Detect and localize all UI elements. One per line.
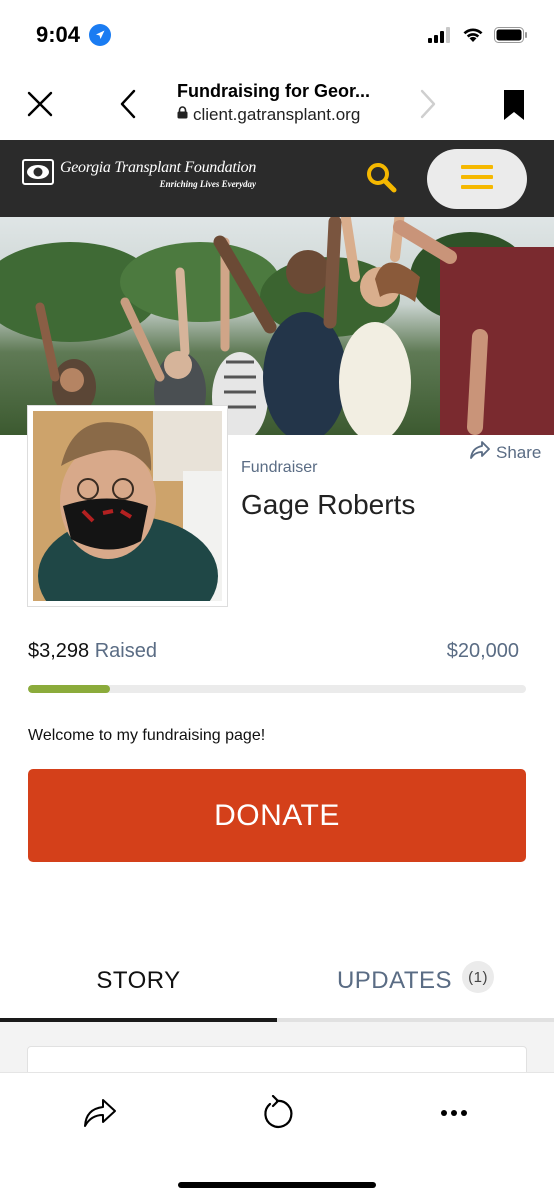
status-time: 9:04 — [36, 22, 81, 47]
share-label: Share — [496, 442, 542, 462]
search-icon[interactable] — [364, 160, 398, 199]
site-logo[interactable]: Georgia Transplant Foundation Enriching … — [22, 159, 256, 189]
welcome-text: Welcome to my fundraising page! — [28, 727, 266, 744]
raised-amount: $3,298 — [28, 640, 90, 662]
tab-story[interactable]: STORY — [0, 940, 277, 1022]
tab-updates[interactable]: UPDATES (1) — [277, 940, 554, 1022]
bookmark-icon[interactable] — [498, 86, 530, 124]
home-indicator — [178, 1182, 376, 1188]
lock-icon — [177, 106, 188, 124]
fundraiser-name: Gage Roberts — [241, 489, 416, 520]
share-button[interactable]: Share — [470, 441, 541, 464]
address-bar[interactable]: Fundraising for Geor... client.gatranspl… — [177, 81, 407, 125]
fundraiser-avatar — [27, 405, 228, 636]
tab-updates-label: UPDATES — [336, 967, 453, 994]
logo-name: Georgia Transplant Foundation — [60, 159, 257, 176]
url-text: client.gatransplant.org — [193, 105, 361, 124]
raised-summary: $3,298 Raised — [28, 640, 157, 663]
page: { "status_bar": { "time": "9:04" }, "bro… — [0, 0, 554, 1200]
goal-amount: $20,000 — [446, 640, 519, 662]
tab-story-label: STORY — [96, 967, 181, 994]
back-icon[interactable] — [112, 86, 144, 122]
share-page-icon[interactable] — [80, 1093, 120, 1133]
hamburger-menu-icon — [461, 164, 493, 195]
donate-button[interactable]: DONATE — [28, 769, 526, 862]
menu-button[interactable] — [427, 149, 527, 209]
tab-bar: STORY UPDATES (1) — [0, 940, 554, 1024]
location-arrow-icon — [89, 24, 111, 46]
close-icon[interactable] — [24, 88, 56, 120]
fundraiser-role: Fundraiser — [241, 459, 318, 476]
progress-bar — [28, 685, 526, 693]
signal-icon — [428, 26, 452, 48]
hero-banner-image — [0, 217, 554, 435]
battery-icon — [494, 26, 528, 48]
updates-count-badge: (1) — [462, 961, 495, 993]
share-icon — [470, 441, 490, 464]
logo-tagline: Enriching Lives Everyday — [159, 179, 257, 189]
browser-page-title: Fundraising for Geor... — [177, 81, 371, 101]
status-bar: 9:04 — [0, 0, 554, 70]
reload-icon[interactable] — [257, 1093, 297, 1133]
status-icons — [428, 26, 528, 48]
forward-icon[interactable] — [412, 86, 444, 122]
raised-label: Raised — [94, 640, 157, 662]
browser-toolbar — [0, 1072, 554, 1200]
logo-mark-icon — [22, 159, 54, 185]
wifi-icon — [461, 26, 485, 48]
progress-fill — [28, 685, 111, 693]
browser-bar: Fundraising for Geor... client.gatranspl… — [0, 70, 554, 140]
more-icon[interactable] — [434, 1093, 474, 1133]
